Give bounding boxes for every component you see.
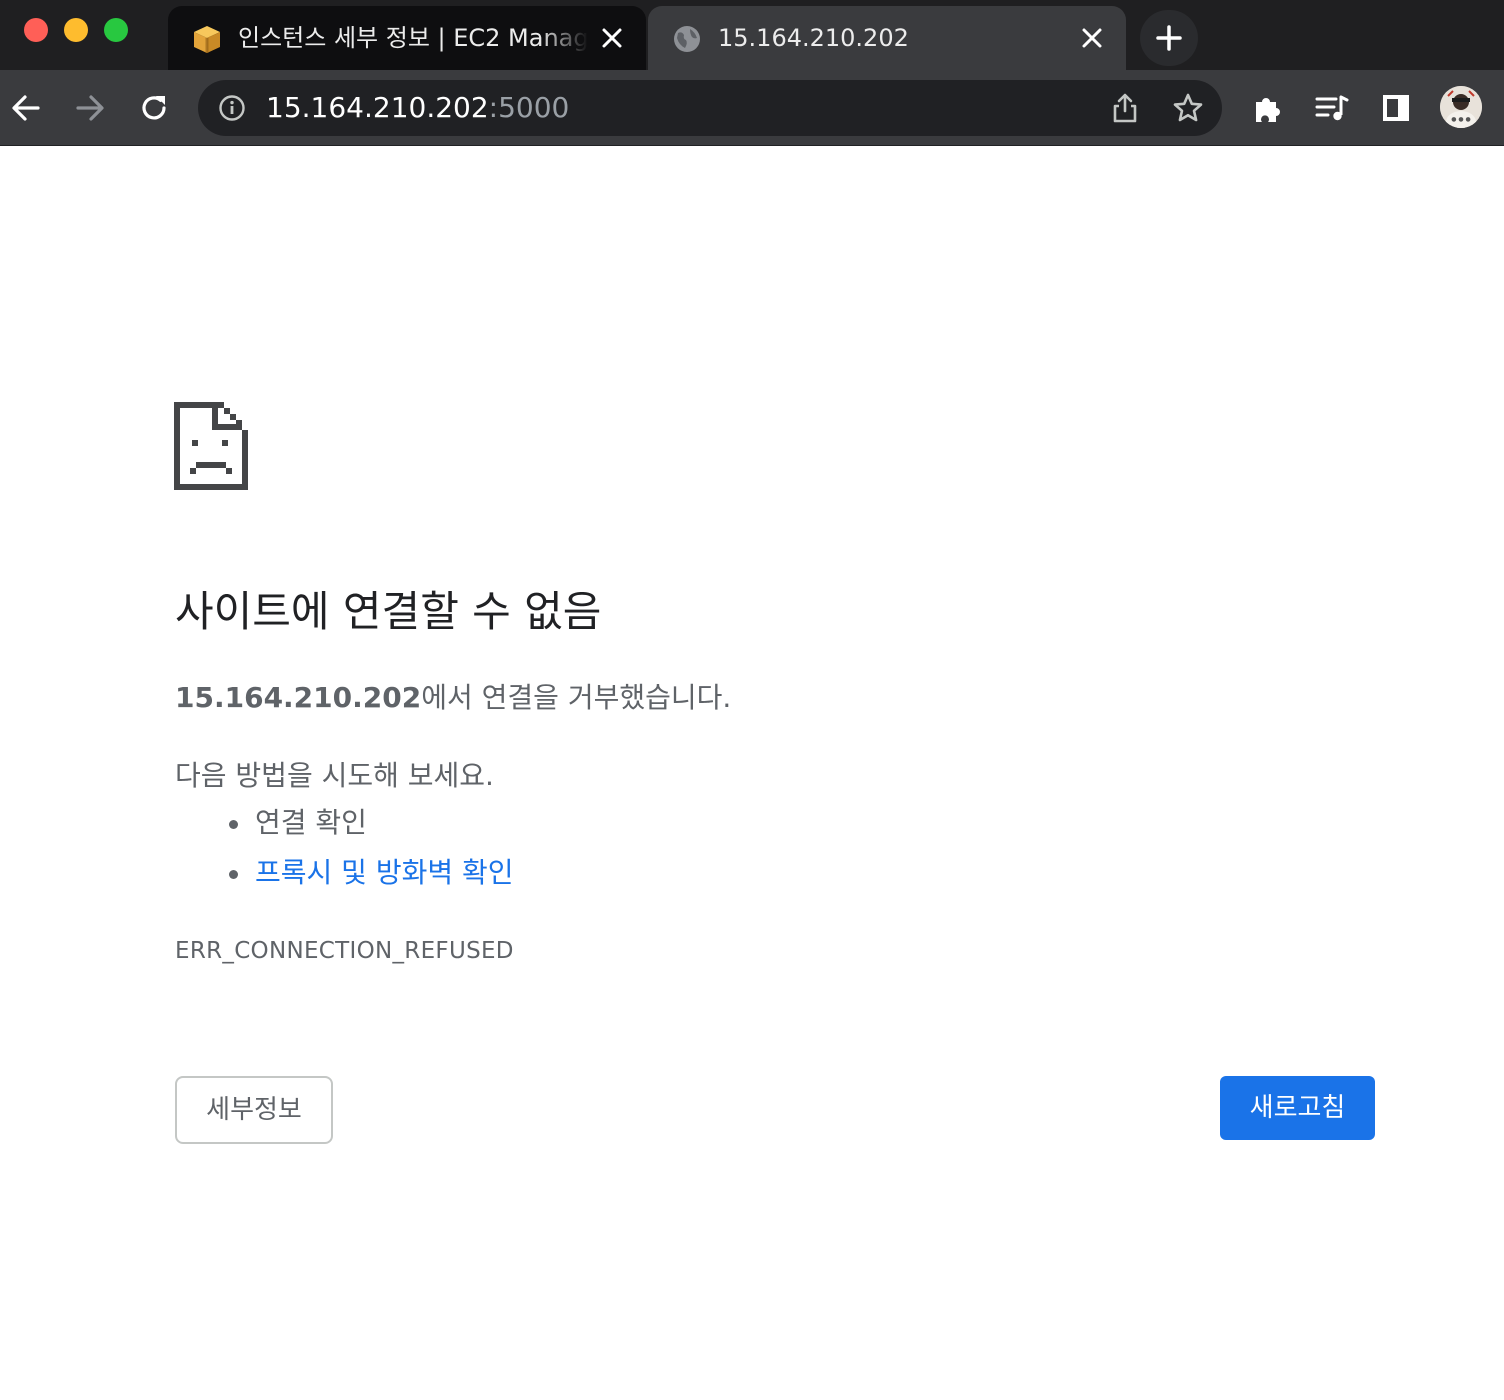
tab-close-icon[interactable] (1080, 26, 1104, 50)
back-arrow-icon[interactable] (8, 90, 44, 126)
tab-close-icon[interactable] (600, 26, 624, 50)
tab-active-ip[interactable]: 15.164.210.202 (648, 6, 1126, 70)
tab-title: 15.164.210.202 (718, 24, 909, 52)
new-tab-button[interactable] (1140, 10, 1198, 66)
site-info-icon[interactable] (218, 94, 246, 122)
reload-button[interactable]: 새로고침 (1220, 1076, 1375, 1140)
error-title: 사이트에 연결할 수 없음 (175, 587, 602, 636)
suggestions-heading: 다음 방법을 시도해 보세요. (175, 759, 494, 792)
suggestion-item: 연결 확인 (175, 802, 514, 852)
browser-titlebar: 인스턴스 세부 정보 | EC2 Manager 15.164.210.202 (0, 0, 1504, 70)
side-panel-icon[interactable] (1378, 90, 1414, 126)
svg-text:● ● ●: ● ● ● (1451, 116, 1471, 123)
aws-cube-icon (194, 26, 220, 53)
suggestion-proxy-firewall-link[interactable]: 프록시 및 방화벽 확인 (255, 856, 514, 889)
forward-arrow-icon[interactable] (72, 90, 108, 126)
globe-icon (674, 26, 700, 52)
window-zoom-button[interactable] (104, 18, 128, 42)
profile-photo-icon: ● ● ● (1440, 86, 1482, 128)
suggestion-item: 프록시 및 방화벽 확인 (175, 852, 514, 902)
share-icon[interactable] (1110, 92, 1140, 124)
browser-toolbar: 15.164.210.202:5000 ● ● ● (0, 70, 1504, 146)
suggestion-check-connection: 연결 확인 (255, 806, 367, 839)
tab-title: 인스턴스 세부 정보 | EC2 Manager (238, 24, 588, 52)
plus-icon (1156, 25, 1182, 51)
error-code: ERR_CONNECTION_REFUSED (175, 938, 514, 964)
error-message: 에서 연결을 거부했습니다. (421, 681, 732, 714)
extensions-puzzle-icon[interactable] (1250, 90, 1286, 126)
sad-document-icon (174, 402, 248, 490)
window-minimize-button[interactable] (64, 18, 88, 42)
url-text[interactable]: 15.164.210.202:5000 (266, 90, 569, 126)
error-host: 15.164.210.202 (175, 681, 422, 714)
tab-ec2-manager[interactable]: 인스턴스 세부 정보 | EC2 Manager (168, 6, 646, 70)
window-close-button[interactable] (24, 18, 48, 42)
reload-icon[interactable] (136, 90, 172, 126)
error-description: 15.164.210.202에서 연결을 거부했습니다. (175, 678, 731, 718)
media-queue-icon[interactable] (1314, 90, 1350, 126)
bullet-icon (229, 820, 238, 829)
address-bar[interactable]: 15.164.210.202:5000 (198, 80, 1222, 136)
profile-avatar[interactable]: ● ● ● (1440, 86, 1482, 128)
bullet-icon (229, 870, 238, 879)
bookmark-star-icon[interactable] (1172, 92, 1204, 124)
suggestions-list: 연결 확인 프록시 및 방화벽 확인 (175, 802, 514, 902)
details-button[interactable]: 세부정보 (175, 1076, 333, 1144)
